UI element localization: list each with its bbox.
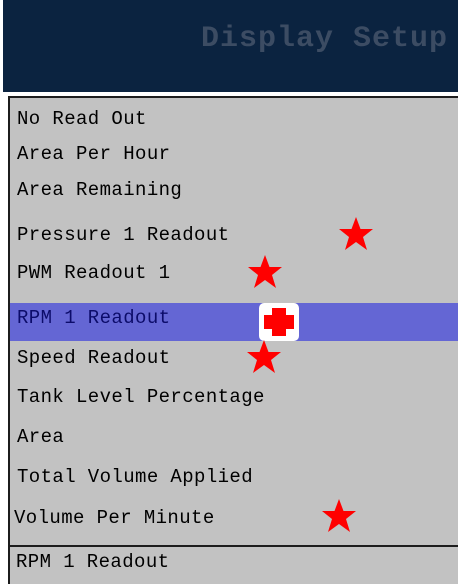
readout-list: No Read Out Area Per Hour Area Remaining… bbox=[8, 96, 458, 545]
list-item-area-per-hour[interactable]: Area Per Hour bbox=[10, 137, 458, 171]
display-setup-screen: Display Setup No Read Out Area Per Hour … bbox=[0, 0, 458, 584]
list-item-label: Area bbox=[17, 426, 65, 448]
list-item-label: PWM Readout 1 bbox=[17, 262, 171, 284]
list-item-speed-readout[interactable]: Speed Readout bbox=[10, 340, 458, 375]
cross-icon bbox=[259, 303, 299, 341]
list-item-total-volume-applied[interactable]: Total Volume Applied bbox=[10, 460, 458, 494]
list-item-label: Area Per Hour bbox=[17, 143, 171, 165]
list-item-area-remaining[interactable]: Area Remaining bbox=[10, 173, 458, 207]
star-icon bbox=[247, 340, 281, 373]
list-item-pwm-readout-1[interactable]: PWM Readout 1 bbox=[10, 255, 458, 290]
list-item-pressure-1-readout[interactable]: Pressure 1 Readout bbox=[10, 217, 458, 252]
list-item-label: Area Remaining bbox=[17, 179, 183, 201]
list-item-label: Tank Level Percentage bbox=[17, 386, 265, 408]
list-item-no-read-out[interactable]: No Read Out bbox=[10, 102, 458, 136]
star-icon bbox=[339, 217, 373, 250]
star-icon bbox=[322, 499, 356, 532]
selected-value-bar: RPM 1 Readout bbox=[8, 545, 458, 584]
list-item-tank-level-percentage[interactable]: Tank Level Percentage bbox=[10, 380, 458, 414]
list-item-label: Pressure 1 Readout bbox=[17, 224, 230, 246]
selected-value-label: RPM 1 Readout bbox=[16, 551, 170, 573]
list-item-area[interactable]: Area bbox=[10, 420, 458, 454]
page-title: Display Setup bbox=[200, 22, 448, 56]
list-item-rpm-1-readout[interactable]: RPM 1 Readout bbox=[10, 303, 458, 341]
header-bar: Display Setup bbox=[3, 0, 458, 92]
left-border bbox=[0, 92, 8, 584]
list-item-label: Volume Per Minute bbox=[14, 507, 215, 529]
list-item-volume-per-minute[interactable]: Volume Per Minute bbox=[10, 499, 458, 535]
list-item-label: RPM 1 Readout bbox=[17, 307, 171, 329]
list-item-label: Total Volume Applied bbox=[17, 466, 254, 488]
star-icon bbox=[248, 255, 282, 288]
list-item-label: No Read Out bbox=[17, 108, 147, 130]
list-item-label: Speed Readout bbox=[17, 347, 171, 369]
